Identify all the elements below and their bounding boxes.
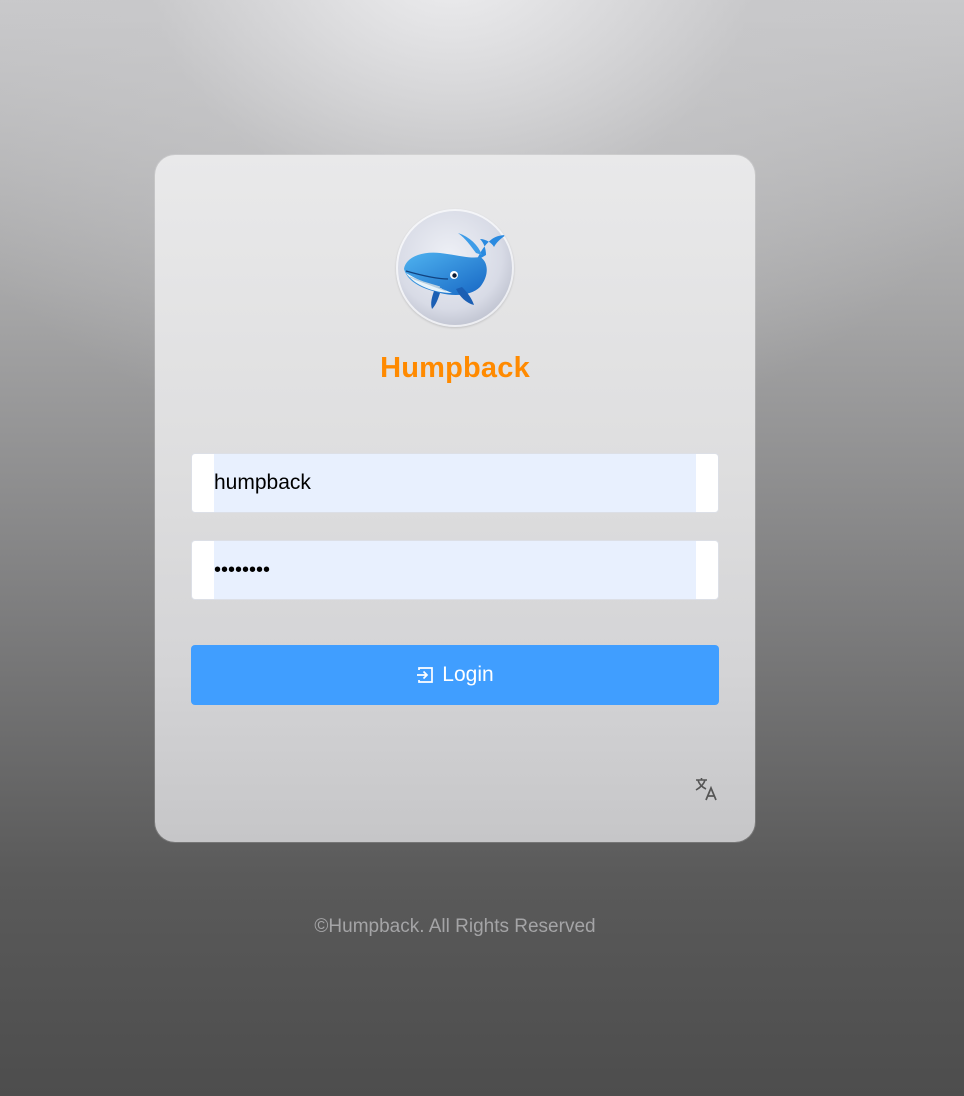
app-title: Humpback: [380, 352, 530, 384]
username-input[interactable]: [214, 454, 694, 512]
translate-icon[interactable]: [694, 776, 720, 802]
humpback-whale-icon: [396, 209, 514, 327]
login-arrow-icon: [416, 666, 434, 684]
password-field[interactable]: [191, 540, 719, 600]
copyright-footer: ©Humpback. All Rights Reserved: [314, 916, 596, 937]
login-card: Humpback Login: [155, 155, 755, 842]
login-button[interactable]: Login: [191, 645, 719, 705]
password-input[interactable]: [214, 541, 694, 599]
username-field[interactable]: [191, 453, 719, 513]
login-button-label: Login: [442, 663, 494, 686]
